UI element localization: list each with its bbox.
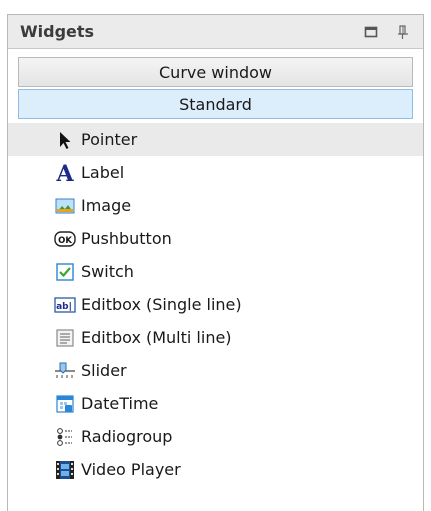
section-label: Curve window xyxy=(159,62,272,82)
list-item-label-widget[interactable]: A Label xyxy=(8,156,423,189)
panel-content: Curve window Standard Pointer A Label Im… xyxy=(8,49,423,486)
list-item-label: Switch xyxy=(81,262,134,281)
pointer-icon xyxy=(54,129,76,151)
label-icon: A xyxy=(54,162,76,184)
list-item-pushbutton[interactable]: OK Pushbutton xyxy=(8,222,423,255)
svg-text:OK: OK xyxy=(58,236,72,246)
list-item-label: Image xyxy=(81,196,132,215)
list-item-label: Radiogroup xyxy=(81,427,173,446)
list-item-switch[interactable]: Switch xyxy=(8,255,423,288)
switch-checkbox-icon xyxy=(54,261,76,283)
list-item-image[interactable]: Image xyxy=(8,189,423,222)
panel-title: Widgets xyxy=(20,22,95,41)
image-icon xyxy=(54,195,76,217)
list-item-label: Editbox (Multi line) xyxy=(81,328,232,347)
list-item-radiogroup[interactable]: Radiogroup xyxy=(8,420,423,453)
list-item-editbox-multi[interactable]: Editbox (Multi line) xyxy=(8,321,423,354)
restore-icon[interactable] xyxy=(359,21,383,43)
editbox-multi-icon xyxy=(54,327,76,349)
pin-icon[interactable] xyxy=(391,21,415,43)
section-standard[interactable]: Standard xyxy=(18,89,413,119)
widgets-panel: Widgets Curve window Standard Pointer A … xyxy=(7,14,424,511)
list-item-label: Pushbutton xyxy=(81,229,172,248)
list-item-label: Pointer xyxy=(81,130,138,149)
list-item-editbox-single[interactable]: ab| Editbox (Single line) xyxy=(8,288,423,321)
section-curve-window[interactable]: Curve window xyxy=(18,57,413,87)
list-item-label: Editbox (Single line) xyxy=(81,295,242,314)
list-item-label: Label xyxy=(81,163,125,182)
list-item-slider[interactable]: Slider xyxy=(8,354,423,387)
list-item-datetime[interactable]: DateTime xyxy=(8,387,423,420)
list-item-label: Video Player xyxy=(81,460,181,479)
svg-text:A: A xyxy=(55,162,74,184)
video-player-icon xyxy=(54,459,76,481)
svg-text:ab|: ab| xyxy=(56,302,72,312)
widget-list: Pointer A Label Image OK Pushbutton Swit… xyxy=(8,123,423,486)
radiogroup-icon xyxy=(54,426,76,448)
datetime-icon xyxy=(54,393,76,415)
list-item-pointer[interactable]: Pointer xyxy=(8,123,423,156)
panel-titlebar: Widgets xyxy=(8,15,423,49)
list-item-video-player[interactable]: Video Player xyxy=(8,453,423,486)
editbox-single-icon: ab| xyxy=(54,294,76,316)
list-item-label: Slider xyxy=(81,361,127,380)
slider-icon xyxy=(54,360,76,382)
section-label: Standard xyxy=(179,94,252,114)
list-item-label: DateTime xyxy=(81,394,159,413)
pushbutton-icon: OK xyxy=(54,228,76,250)
